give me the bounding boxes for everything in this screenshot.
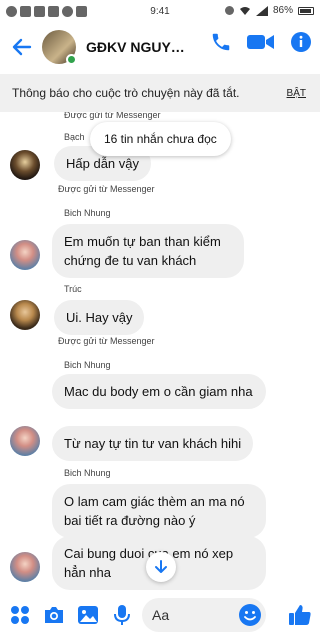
scroll-to-bottom-button[interactable] — [146, 552, 176, 582]
more-actions-button[interactable] — [6, 601, 34, 629]
conversation-header: GĐKV NGUYỄN — [0, 22, 320, 72]
message-composer: Aa — [0, 590, 320, 640]
gallery-button[interactable] — [74, 601, 102, 629]
avatar[interactable] — [10, 426, 40, 456]
four-dots-icon — [11, 606, 29, 624]
sender-name: Bạch — [64, 132, 85, 142]
muted-notice-text: Thông báo cho cuộc trò chuyện này đã tắt… — [12, 86, 240, 100]
info-icon[interactable] — [290, 31, 312, 53]
online-status-dot — [66, 54, 77, 65]
message-bubble[interactable]: Từ nay tự tin tư van khách hihi — [52, 426, 254, 461]
battery-percent: 86% — [272, 5, 293, 16]
muted-notice-bar: Thông báo cho cuộc trò chuyện này đã tắt… — [0, 74, 320, 112]
microphone-icon — [114, 605, 130, 625]
message-list[interactable]: Được gửi từ Messenger Bạch 16 tin nhắn c… — [0, 112, 320, 590]
conversation-title[interactable]: GĐKV NGUYỄN — [86, 39, 186, 55]
sender-name: Bich Nhung — [64, 208, 111, 218]
emoji-icon[interactable] — [238, 603, 262, 627]
wifi-icon — [239, 6, 250, 15]
unread-messages-pill[interactable]: 16 tin nhắn chưa đọc — [90, 122, 231, 156]
back-button[interactable] — [6, 31, 38, 63]
signal-icon — [255, 5, 268, 16]
image-icon — [78, 606, 98, 624]
battery-icon — [298, 6, 314, 15]
sender-name: Bich Nhung — [64, 360, 111, 370]
video-call-icon[interactable] — [246, 32, 276, 52]
message-input[interactable]: Aa — [142, 598, 266, 632]
camera-icon — [45, 607, 63, 623]
arrow-down-icon — [155, 560, 167, 573]
sent-via-label: Được gửi từ Messenger — [58, 336, 155, 346]
back-arrow-icon — [12, 38, 32, 56]
system-icons: 86% — [224, 5, 314, 16]
thumbs-up-icon — [289, 605, 311, 625]
camera-button[interactable] — [40, 601, 68, 629]
message-bubble[interactable]: Ui. Hay vậy — [54, 300, 145, 335]
message-bubble[interactable]: O lam cam giác thèm an ma nó bai tiết ra… — [52, 484, 266, 538]
sent-via-label: Được gửi từ Messenger — [64, 112, 161, 120]
unmute-button[interactable]: BẬT — [287, 88, 306, 99]
avatar[interactable] — [10, 300, 40, 330]
message-bubble[interactable]: Em muốn tự ban than kiểm chứng đe tu van… — [52, 224, 244, 278]
avatar[interactable] — [10, 150, 40, 180]
status-bar: 9:41 86% — [0, 0, 320, 22]
phone-call-icon[interactable] — [210, 31, 232, 53]
sender-name: Trúc — [64, 284, 82, 294]
like-button[interactable] — [286, 601, 314, 629]
sent-via-label: Được gửi từ Messenger — [58, 184, 155, 194]
avatar[interactable] — [10, 552, 40, 582]
sender-name: Bich Nhung — [64, 468, 111, 478]
group-avatar[interactable] — [42, 30, 77, 65]
avatar[interactable] — [10, 240, 40, 270]
message-bubble[interactable]: Mac du body em o cần giam nha — [52, 374, 266, 409]
alarm-icon — [224, 6, 234, 15]
message-input-placeholder: Aa — [152, 607, 170, 623]
voice-button[interactable] — [108, 601, 136, 629]
